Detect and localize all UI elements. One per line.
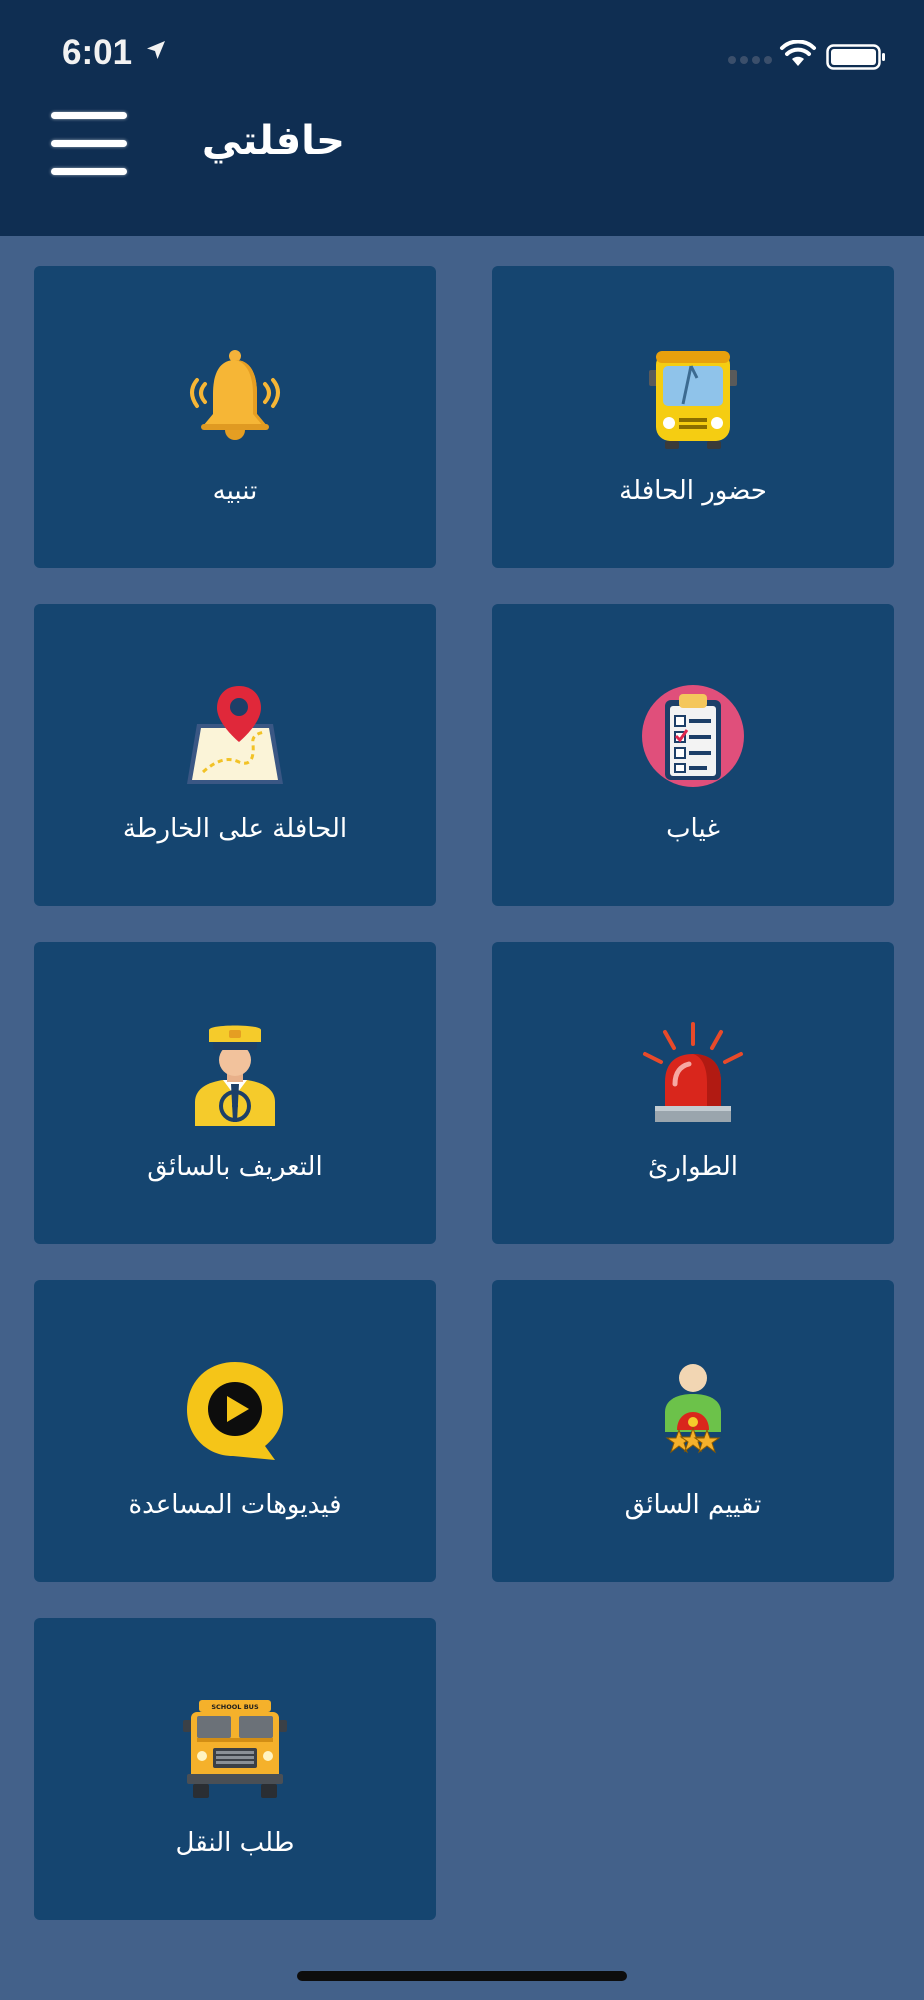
tile-bus-attendance[interactable]: حضور الحافلة	[492, 266, 894, 568]
tile-label: تنبيه	[212, 476, 258, 506]
tile-label: تقييم السائق	[624, 1490, 762, 1520]
tile-absence[interactable]: غياب	[492, 604, 894, 906]
driver-icon	[195, 1025, 275, 1126]
school-bus-sign: SCHOOL BUS	[211, 1703, 259, 1711]
menu-line	[51, 168, 127, 175]
menu-line	[51, 140, 127, 147]
app-header: 6:01 حافلتي	[0, 0, 924, 236]
tile-label: طلب النقل	[175, 1828, 295, 1858]
tile-label: فيديوهات المساعدة	[128, 1490, 342, 1520]
siren-icon	[643, 1022, 743, 1122]
tile-bus-on-map[interactable]: الحافلة على الخارطة	[34, 604, 436, 906]
menu-line	[51, 112, 127, 119]
tile-label: التعريف بالسائق	[147, 1152, 323, 1182]
school-bus-icon: SCHOOL BUS	[183, 1700, 287, 1798]
battery-icon	[826, 44, 885, 70]
tile-transfer-request[interactable]: SCHOOL BUS طلب النقل	[34, 1618, 436, 1920]
rating-stars-icon	[665, 1364, 721, 1454]
cellular-signal-icon	[728, 56, 772, 64]
tile-label: الحافلة على الخارطة	[122, 814, 348, 844]
bell-icon	[190, 350, 280, 440]
wifi-icon	[780, 40, 816, 66]
home-indicator	[297, 1971, 627, 1981]
map-pin-icon	[187, 686, 283, 784]
tile-label: الطوارئ	[647, 1152, 739, 1182]
tile-label: حضور الحافلة	[619, 476, 767, 506]
status-time: 6:01	[62, 33, 133, 72]
tile-emergency[interactable]: الطوارئ	[492, 942, 894, 1244]
clipboard-checklist-icon	[642, 685, 744, 787]
play-video-icon	[187, 1362, 283, 1460]
bus-front-icon	[649, 351, 737, 449]
tile-alert[interactable]: تنبيه	[34, 266, 436, 568]
tile-help-videos[interactable]: فيديوهات المساعدة	[34, 1280, 436, 1582]
tile-rate-driver[interactable]: تقييم السائق	[492, 1280, 894, 1582]
tile-label: غياب	[666, 814, 720, 844]
menu-button[interactable]	[51, 112, 129, 178]
tile-driver-info[interactable]: التعريف بالسائق	[34, 942, 436, 1244]
app-title: حافلتي	[201, 118, 345, 164]
location-arrow-icon	[147, 41, 165, 59]
